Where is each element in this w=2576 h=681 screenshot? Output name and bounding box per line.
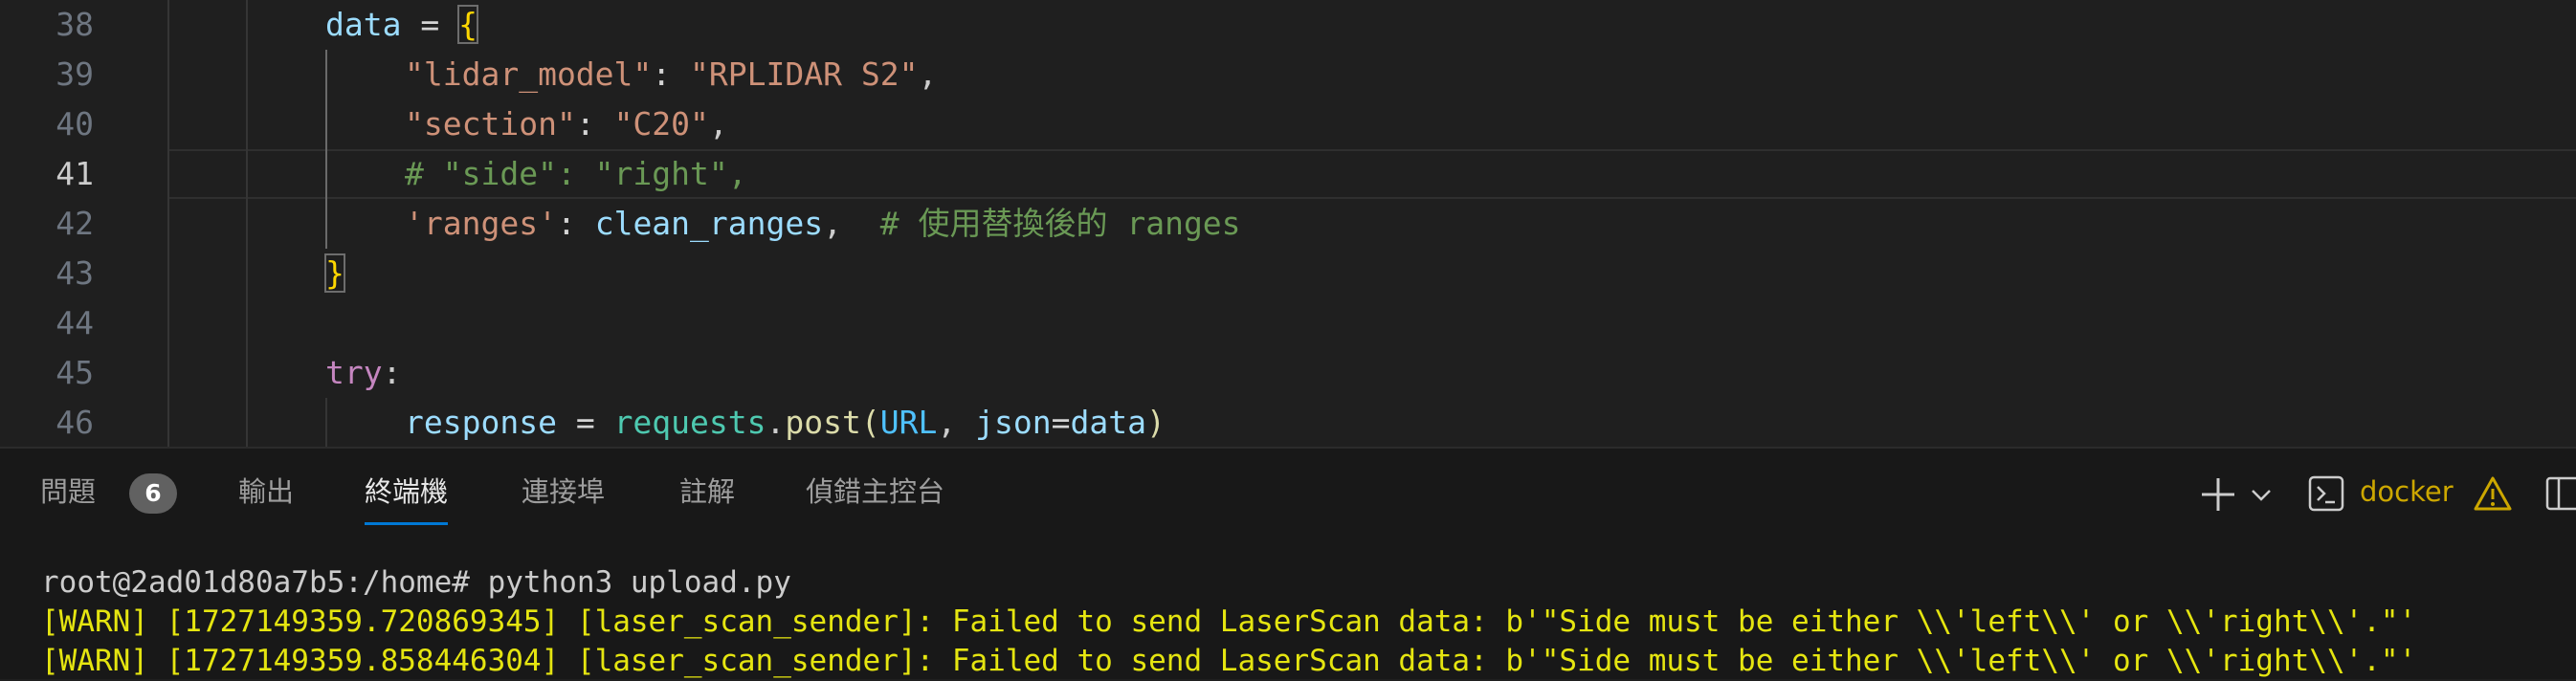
indent-guide [167, 0, 169, 447]
line-number: 45 [56, 354, 94, 391]
tab-label: 問題 [40, 475, 97, 508]
tab-output[interactable]: 輸出 [238, 449, 294, 535]
code-token: . [766, 404, 786, 441]
code-token: "RPLIDAR S2" [690, 55, 919, 93]
chevron-down-icon[interactable] [2249, 483, 2274, 508]
tab-label: 輸出 [238, 475, 295, 508]
code-token: : [575, 105, 614, 143]
code-token-comment: # 使用替換後的 ranges [879, 205, 1241, 242]
code-token: = [401, 6, 459, 43]
tab-label: 連接埠 [522, 475, 606, 508]
code-token: requests [613, 404, 766, 441]
code-token: 'ranges' [405, 205, 557, 242]
code-line-42[interactable]: 'ranges': clean_ranges, # 使用替換後的 ranges [405, 199, 1241, 249]
code-line-41[interactable]: # "side": "right", [405, 149, 747, 199]
code-token-comment: # "side": "right", [405, 155, 747, 192]
code-token: response [405, 404, 557, 441]
tab-label: 終端機 [365, 475, 449, 508]
problems-count-badge: 6 [129, 473, 177, 514]
tab-label: 偵錯主控台 [806, 475, 945, 508]
code-token: = [1051, 404, 1071, 441]
code-token: json [975, 404, 1052, 441]
split-panel-icon[interactable] [2545, 475, 2576, 512]
code-token: : [652, 55, 691, 93]
code-editor[interactable]: 38 39 40 41 42 43 44 45 46 data = { "lid… [0, 0, 2576, 447]
tab-label: 註解 [679, 475, 736, 508]
tab-problems[interactable]: 問題 [40, 449, 96, 535]
code-token: , [918, 55, 938, 93]
tab-terminal[interactable]: 終端機 [365, 449, 449, 535]
code-line-46[interactable]: response = requests.post(URL, json=data) [405, 398, 1166, 447]
tab-debug-console[interactable]: 偵錯主控台 [806, 449, 944, 535]
code-line-45[interactable]: try: [325, 348, 401, 398]
code-token: , [937, 404, 976, 441]
code-token: = [556, 404, 614, 441]
tab-comments[interactable]: 註解 [679, 449, 735, 535]
code-token: : [556, 205, 595, 242]
code-line-43[interactable]: } [324, 249, 345, 298]
indent-guide-active [325, 50, 327, 249]
tab-ports[interactable]: 連接埠 [522, 449, 605, 535]
warning-icon[interactable] [2473, 475, 2513, 512]
code-token: URL [879, 404, 938, 441]
code-token: data [325, 6, 402, 43]
line-number: 44 [56, 304, 94, 341]
terminal-output[interactable]: root@2ad01d80a7b5:/home# python3 upload.… [41, 563, 2576, 681]
code-line-40[interactable]: "section": "C20", [405, 99, 728, 149]
bottom-panel: 問題 6 輸出 終端機 連接埠 註解 偵錯主控台 docker root@2ad… [0, 447, 2576, 679]
terminal-profile-label[interactable]: docker [2360, 470, 2454, 514]
panel-tabs: 問題 6 輸出 終端機 連接埠 註解 偵錯主控台 [0, 449, 2576, 535]
code-token: : [382, 354, 402, 391]
code-line-38[interactable]: data = { [325, 0, 478, 50]
terminal-line-warning: [WARN] [1727149359.858446304] [laser_sca… [41, 644, 2417, 678]
line-number: 43 [56, 254, 94, 292]
code-token: "section" [405, 105, 576, 143]
line-number: 38 [56, 6, 94, 43]
new-terminal-plus-icon[interactable] [2199, 475, 2237, 514]
line-number: 40 [56, 105, 94, 143]
code-token-bracket: } [324, 253, 345, 293]
indent-guide [325, 398, 327, 447]
line-number-active: 41 [56, 155, 94, 192]
code-line-39[interactable]: "lidar_model": "RPLIDAR S2", [405, 50, 937, 99]
terminal-icon [2308, 475, 2344, 512]
code-token-function: post [785, 404, 861, 441]
code-token-keyword: try [325, 354, 383, 391]
code-token-paren: ( [860, 404, 880, 441]
line-number: 39 [56, 55, 94, 93]
code-token-paren: ) [1145, 404, 1166, 441]
terminal-line: root@2ad01d80a7b5:/home# python3 upload.… [41, 565, 791, 600]
terminal-line-warning: [WARN] [1727149359.720869345] [laser_sca… [41, 604, 2417, 639]
code-token: "lidar_model" [405, 55, 653, 93]
code-token-bracket: { [457, 5, 478, 44]
code-token: , [708, 105, 728, 143]
line-number-gutter: 38 39 40 41 42 43 44 45 46 [0, 0, 124, 447]
line-number: 42 [56, 205, 94, 242]
indent-guide [246, 0, 248, 447]
code-token: , [823, 205, 880, 242]
line-number: 46 [56, 404, 94, 441]
code-token: "C20" [613, 105, 709, 143]
code-token: data [1070, 404, 1146, 441]
code-token: clean_ranges [594, 205, 824, 242]
